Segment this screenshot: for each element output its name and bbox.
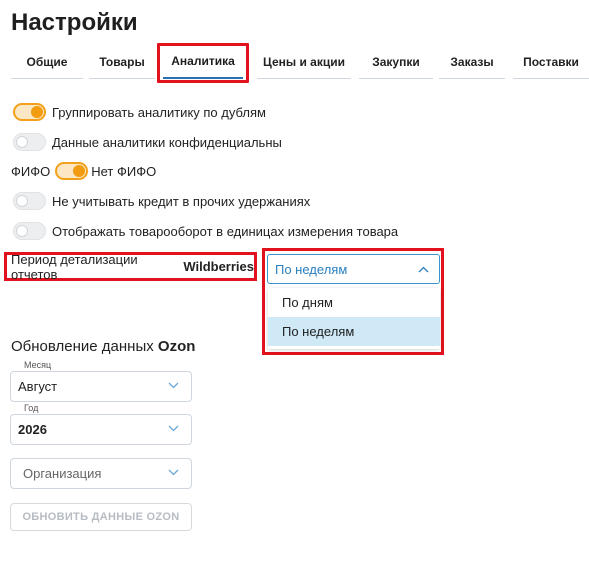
tab-products[interactable]: Товары <box>89 45 155 79</box>
chevron-down-icon <box>168 423 179 435</box>
confidential-label: Данные аналитики конфиденциальны <box>52 134 282 150</box>
tab-supplies[interactable]: Поставки <box>513 45 589 79</box>
setting-fifo: ФИФО Нет ФИФО <box>11 162 156 180</box>
ozon-title-text: Обновление данных <box>11 338 154 355</box>
period-label: Период детализации отчетов Wildberries <box>4 251 257 282</box>
toggle-knob <box>16 195 28 207</box>
group-by-duplicates-toggle[interactable] <box>13 103 46 121</box>
ozon-title-brand: Ozon <box>157 338 196 355</box>
period-label-brand: Wildberries <box>183 259 254 274</box>
tab-orders[interactable]: Заказы <box>439 45 505 79</box>
ignore-credit-toggle[interactable] <box>13 192 46 210</box>
page-title: Настройки <box>11 9 138 36</box>
month-value: Август <box>18 379 58 394</box>
turnover-units-toggle[interactable] <box>13 222 46 240</box>
toggle-knob <box>73 165 86 177</box>
toggle-knob <box>16 225 28 237</box>
tab-general[interactable]: Общие <box>11 45 83 79</box>
settings-tabs: Общие Товары Аналитика Цены и акции Заку… <box>11 43 589 83</box>
tab-purchases[interactable]: Закупки <box>359 45 433 79</box>
period-option-weeks[interactable]: По неделям <box>268 317 440 346</box>
period-dropdown-highlight: По неделям По дням По неделям <box>262 248 444 355</box>
period-select[interactable]: По неделям <box>267 254 440 284</box>
no-fifo-label: Нет ФИФО <box>91 163 157 179</box>
year-caption: Год <box>22 403 41 413</box>
chevron-down-icon <box>168 380 179 392</box>
tab-prices-promos[interactable]: Цены и акции <box>257 45 351 79</box>
year-select[interactable]: 2026 <box>10 414 192 445</box>
setting-group-by-duplicates: Группировать аналитику по дублям <box>13 103 266 121</box>
update-ozon-data-button[interactable]: ОБНОВИТЬ ДАННЫЕ OZON <box>10 503 192 531</box>
organization-select[interactable]: Организация <box>10 458 192 489</box>
period-label-text: Период детализации отчетов <box>11 251 138 282</box>
toggle-knob <box>16 136 28 148</box>
tab-analytics[interactable]: Аналитика <box>163 45 243 79</box>
toggle-knob <box>31 106 43 118</box>
setting-ignore-credit: Не учитывать кредит в прочих удержаниях <box>13 192 310 210</box>
year-value: 2026 <box>18 422 47 437</box>
ozon-section-title: Обновление данных Ozon <box>11 338 195 355</box>
fifo-label: ФИФО <box>11 163 51 179</box>
turnover-units-label: Отображать товарооборот в единицах измер… <box>52 223 399 239</box>
setting-confidential: Данные аналитики конфиденциальны <box>13 133 282 151</box>
month-select[interactable]: Август <box>10 371 192 402</box>
ignore-credit-label: Не учитывать кредит в прочих удержаниях <box>52 193 311 209</box>
group-by-duplicates-label: Группировать аналитику по дублям <box>52 104 266 120</box>
fifo-toggle[interactable] <box>55 162 89 180</box>
period-selected-value: По неделям <box>275 261 348 277</box>
setting-turnover-units: Отображать товарооборот в единицах измер… <box>13 222 398 240</box>
period-option-days[interactable]: По дням <box>268 288 440 317</box>
chevron-down-icon <box>168 467 179 479</box>
month-caption: Месяц <box>22 360 54 370</box>
chevron-up-icon <box>418 264 429 276</box>
confidential-toggle[interactable] <box>13 133 46 151</box>
period-options-menu: По дням По неделям <box>268 288 440 349</box>
organization-placeholder: Организация <box>23 466 102 481</box>
